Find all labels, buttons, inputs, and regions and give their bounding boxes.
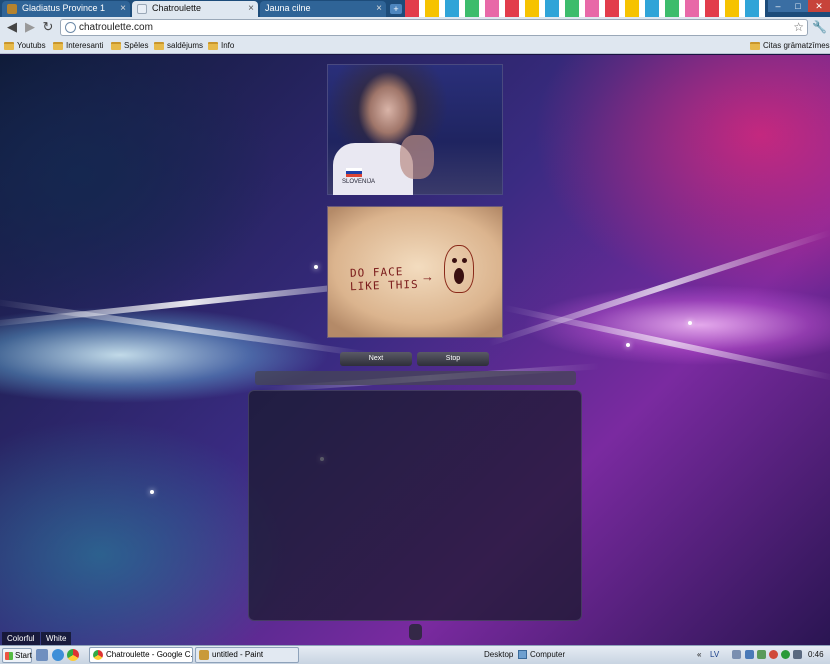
tray-icon[interactable] [732, 650, 741, 659]
star-icon[interactable]: ☆ [793, 20, 804, 35]
bookmark-info[interactable]: Info [208, 39, 234, 53]
own-video: DO FACE LIKE THIS → [327, 206, 503, 338]
theme-colorful-link[interactable]: Colorful [2, 632, 40, 645]
person-hand [400, 135, 434, 179]
start-label: Start [15, 651, 32, 660]
taskbar-item-paint[interactable]: untitled - Paint [195, 647, 299, 663]
light-streak [487, 229, 830, 347]
globe-icon [65, 22, 76, 33]
folder-icon [208, 42, 218, 50]
next-button[interactable]: Next [340, 352, 412, 366]
sparkle [688, 321, 692, 325]
light-streak [0, 298, 369, 358]
back-icon[interactable]: ◀ [4, 19, 20, 35]
bookmark-label: saldējums [167, 41, 204, 50]
bookmark-label: Spēles [124, 41, 149, 50]
sign-text-line-2: LIKE THIS [349, 277, 419, 294]
desktop-wallpaper-stripes [405, 0, 765, 17]
folder-icon [750, 42, 760, 50]
tab-gladiatus[interactable]: Gladiatus Province 1 × [2, 1, 130, 17]
new-tab-button[interactable]: + [390, 4, 402, 14]
chat-input-handle[interactable] [409, 624, 422, 640]
computer-icon [518, 650, 527, 659]
wrench-icon[interactable]: 🔧 [812, 19, 827, 35]
sparkle [150, 490, 154, 494]
folder-icon [111, 42, 121, 50]
chrome-icon[interactable] [67, 649, 79, 661]
taskbar: Start Chatroulette - Google C... untitle… [0, 645, 830, 664]
tab-new-tab[interactable]: Jauna cilne × [260, 1, 386, 17]
chrome-icon [93, 650, 103, 660]
partner-video: SLOVENIJA [327, 64, 503, 195]
arrow-icon: → [421, 269, 434, 284]
reload-icon[interactable]: ↻ [40, 19, 56, 35]
page-favicon-icon [137, 4, 147, 14]
tray-icon[interactable] [769, 650, 778, 659]
folder-icon [4, 42, 14, 50]
desktop-toolbar-label[interactable]: Desktop [484, 649, 513, 661]
close-tab-icon[interactable]: × [376, 1, 382, 16]
tray-icon[interactable] [757, 650, 766, 659]
maximize-button[interactable]: □ [788, 0, 808, 12]
other-bookmarks[interactable]: Citas grāmatzīmes [750, 39, 830, 53]
shirt-text: SLOVENIJA [342, 179, 376, 185]
chatroulette-page: SLOVENIJA DO FACE LIKE THIS → Next Stop … [0, 55, 830, 645]
task-label: untitled - Paint [212, 650, 264, 659]
close-window-button[interactable]: ✕ [808, 0, 830, 12]
windows-logo-icon [5, 652, 13, 660]
tray-icon[interactable] [745, 650, 754, 659]
internet-explorer-icon[interactable] [52, 649, 64, 661]
mouth [454, 268, 464, 284]
bookmark-label: Interesanti [66, 41, 104, 50]
chat-panel[interactable] [248, 390, 582, 621]
close-tab-icon[interactable]: × [248, 1, 254, 16]
tab-chatroulette[interactable]: Chatroulette × [132, 1, 258, 17]
bookmark-interesanti[interactable]: Interesanti [53, 39, 103, 53]
forward-icon[interactable]: ▶ [22, 19, 38, 35]
taskbar-item-chrome[interactable]: Chatroulette - Google C... [89, 647, 193, 663]
bookmark-youtubs[interactable]: Youtubs [4, 39, 46, 53]
folder-icon [53, 42, 63, 50]
eye [462, 258, 467, 263]
tab-label: Chatroulette [152, 3, 202, 13]
toolbar-expand-icon[interactable]: « [697, 649, 701, 661]
bookmarks-bar: Youtubs Interesanti Spēles saldējums Inf… [0, 38, 830, 54]
computer-toolbar-label[interactable]: Computer [530, 649, 565, 661]
tab-label: Gladiatus Province 1 [22, 3, 106, 13]
tray-icon[interactable] [781, 650, 790, 659]
bookmark-label: Youtubs [17, 41, 46, 50]
sparkle [314, 265, 318, 269]
speaker-icon[interactable] [793, 650, 802, 659]
folder-icon [154, 42, 164, 50]
bookmark-label: Citas grāmatzīmes [763, 41, 830, 50]
task-label: Chatroulette - Google C... [106, 650, 193, 659]
language-indicator[interactable]: LV [710, 649, 719, 661]
minimize-button[interactable]: – [768, 0, 788, 12]
eye [452, 258, 457, 263]
stop-button[interactable]: Stop [417, 352, 489, 366]
gladiatus-favicon-icon [7, 4, 17, 14]
url-text[interactable]: chatroulette.com [79, 21, 153, 35]
tab-label: Jauna cilne [265, 3, 311, 13]
sparkle [626, 343, 630, 347]
theme-white-link[interactable]: White [41, 632, 72, 645]
bookmark-speles[interactable]: Spēles [111, 39, 148, 53]
close-tab-icon[interactable]: × [120, 1, 126, 16]
screaming-face-drawing [444, 245, 474, 293]
paint-icon [199, 650, 209, 660]
start-button[interactable]: Start [2, 648, 32, 663]
flag-icon [346, 168, 362, 177]
tab-strip: Gladiatus Province 1 × Chatroulette × Ja… [0, 0, 830, 17]
status-bar [255, 371, 576, 385]
address-bar[interactable]: chatroulette.com ☆ [60, 19, 808, 36]
browser-toolbar: ◀ ▶ ↻ chatroulette.com ☆ 🔧 [0, 17, 830, 38]
bookmark-label: Info [221, 41, 235, 50]
show-desktop-icon[interactable] [36, 649, 48, 661]
bookmark-saldejums[interactable]: saldējums [154, 39, 203, 53]
clock[interactable]: 0:46 [808, 649, 824, 661]
